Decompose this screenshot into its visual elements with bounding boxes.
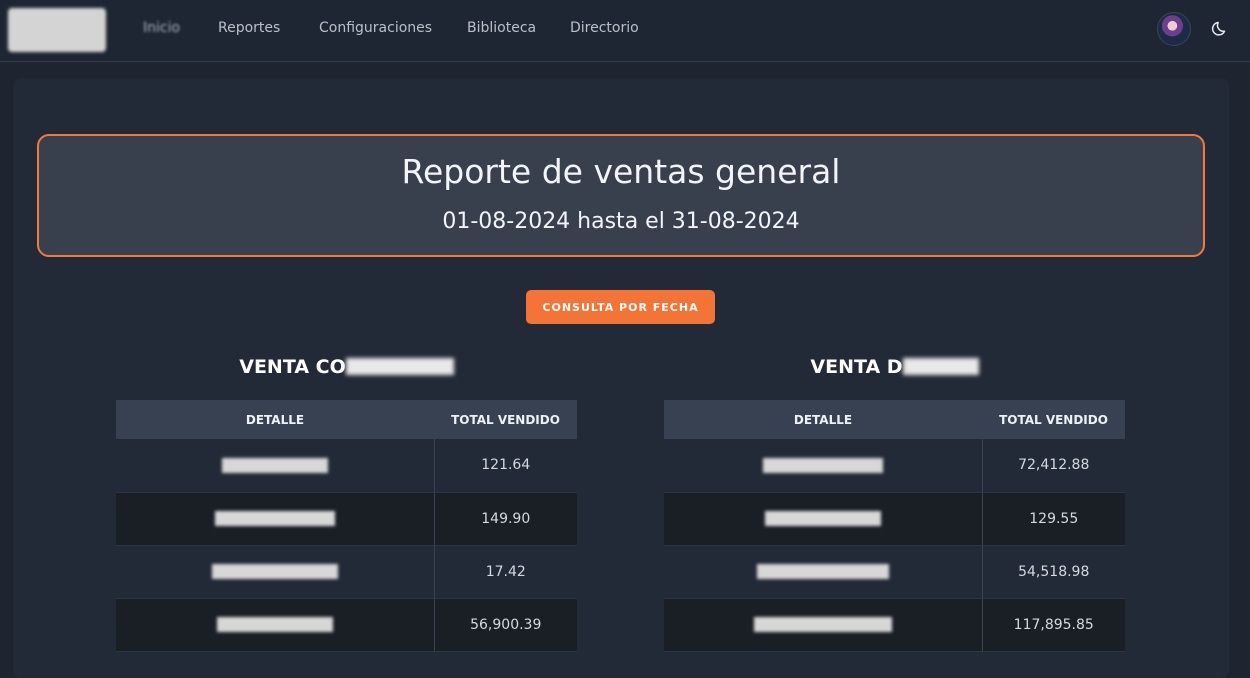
total-cell: 129.55: [982, 492, 1125, 546]
sales-table: DETALLE TOTAL VENDIDO 121.64 149.90 17.4…: [116, 400, 577, 652]
main-panel: Reporte de ventas general 01-08-2024 has…: [13, 78, 1229, 678]
total-cell: 149.90: [434, 492, 577, 546]
table-row: 54,518.98: [664, 545, 1125, 599]
detail-cell: [116, 545, 435, 599]
redacted-name: [221, 457, 328, 473]
sales-table-title-text: VENTA D: [810, 356, 903, 378]
redacted-name: [756, 564, 889, 579]
sales-table-block: VENTA CO DETALLE TOTAL VENDIDO 121.64 14…: [116, 356, 577, 652]
query-by-date-button[interactable]: CONSULTA POR FECHA: [526, 290, 715, 324]
column-header-total[interactable]: TOTAL VENDIDO: [434, 400, 577, 439]
total-cell: 56,900.39: [434, 598, 577, 652]
total-cell: 72,412.88: [982, 439, 1125, 493]
nav-item-directorio[interactable]: Directorio: [570, 20, 639, 36]
total-cell: 54,518.98: [982, 545, 1125, 599]
top-navigation: Inicio Reportes Configuraciones Bibliote…: [0, 0, 1250, 62]
table-row: 129.55: [664, 492, 1125, 546]
column-header-detail[interactable]: DETALLE: [116, 400, 434, 439]
sales-table-title: VENTA CO: [116, 356, 577, 386]
table-row: 121.64: [116, 439, 577, 493]
redacted-name: [216, 617, 333, 632]
nav-item-configuraciones[interactable]: Configuraciones: [319, 20, 432, 36]
nav-item-reportes[interactable]: Reportes: [218, 20, 280, 36]
redacted-name: [211, 564, 338, 579]
table-row: 56,900.39: [116, 598, 577, 652]
detail-cell: [664, 439, 983, 493]
column-header-total[interactable]: TOTAL VENDIDO: [982, 400, 1125, 439]
sales-table: DETALLE TOTAL VENDIDO 72,412.88 129.55 5…: [664, 400, 1125, 652]
total-cell: 121.64: [434, 439, 577, 493]
redacted-name: [902, 358, 979, 375]
redacted-name: [345, 358, 454, 375]
redacted-name: [214, 511, 335, 526]
user-avatar[interactable]: [1157, 12, 1191, 46]
total-cell: 117,895.85: [982, 598, 1125, 652]
redacted-name: [762, 457, 883, 473]
column-header-detail[interactable]: DETALLE: [664, 400, 982, 439]
nav-item-biblioteca[interactable]: Biblioteca: [467, 20, 536, 36]
detail-cell: [116, 492, 435, 546]
report-header: Reporte de ventas general 01-08-2024 has…: [37, 134, 1205, 257]
redacted-name: [753, 617, 892, 632]
detail-cell: [116, 439, 435, 493]
table-row: 72,412.88: [664, 439, 1125, 493]
detail-cell: [664, 598, 983, 652]
report-title: Reporte de ventas general: [401, 152, 841, 191]
detail-cell: [664, 545, 983, 599]
moon-icon[interactable]: [1211, 18, 1231, 38]
sales-table-title-text: VENTA CO: [239, 356, 346, 378]
redacted-name: [764, 511, 881, 526]
logo[interactable]: [8, 8, 106, 52]
table-row: 149.90: [116, 492, 577, 546]
total-cell: 17.42: [434, 545, 577, 599]
detail-cell: [664, 492, 983, 546]
report-date-range: 01-08-2024 hasta el 31-08-2024: [442, 209, 800, 234]
detail-cell: [116, 598, 435, 652]
sales-table-block: VENTA D DETALLE TOTAL VENDIDO 72,412.88 …: [664, 356, 1125, 652]
sales-table-title: VENTA D: [664, 356, 1125, 386]
table-row: 117,895.85: [664, 598, 1125, 652]
nav-item-inicio[interactable]: Inicio: [143, 20, 180, 36]
table-row: 17.42: [116, 545, 577, 599]
